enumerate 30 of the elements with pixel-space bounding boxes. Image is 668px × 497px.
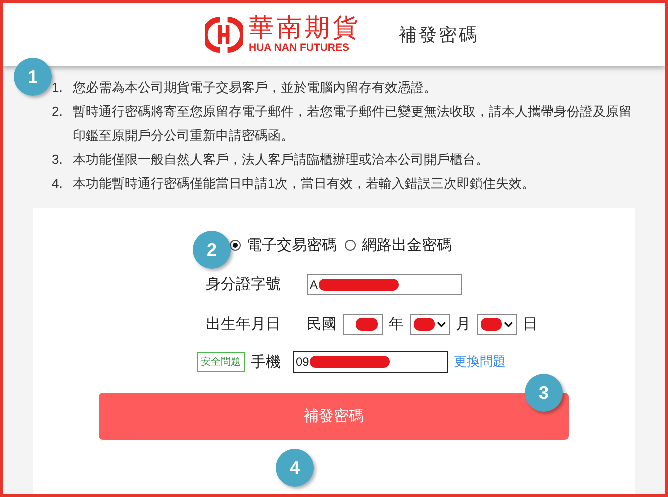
month-label: 月: [456, 315, 471, 334]
list-number: 1.: [52, 79, 64, 97]
logo-icon: [205, 16, 243, 54]
security-question-tag: 安全問題: [197, 352, 245, 372]
dropdown[interactable]: [477, 314, 517, 335]
note-text: 本功能暫時通行密碼僅能當日申請1次，當日有效，若輸入錯誤三次即鎖住失效。: [73, 175, 536, 193]
list-number: 2.: [52, 103, 64, 121]
logo-subtitle: HUA NAN FUTURES: [249, 42, 351, 55]
list-number: 4.: [52, 175, 64, 193]
note-text: 本功能僅限一般自然人客戶，法人客戶請臨櫃辦理或洽本公司開戶櫃台。: [73, 151, 489, 169]
day-label: 日: [523, 315, 538, 334]
password-type-radio[interactable]: 網路出金密碼: [345, 236, 452, 255]
year-label: 年: [389, 315, 404, 334]
phone-label: 手機: [251, 352, 281, 372]
page-title: 補發密碼: [399, 24, 479, 46]
phone-field[interactable]: 09: [293, 351, 448, 373]
list-number: 3.: [52, 151, 64, 169]
logo-name: 華南期貨: [249, 14, 361, 42]
birth-date-label: 出生年月日: [206, 315, 282, 334]
caret-icon: [436, 321, 446, 328]
id-label: 身分證字號: [206, 275, 282, 294]
era-label: 民國: [307, 315, 337, 334]
note-text: 暫時通行密碼將寄至您原留存電子郵件，若您電子郵件已變更無法收取，請本人攜帶身份證及原留印鑑至原開戶分公司重新申請密碼函。: [73, 103, 633, 145]
step-badge: 1: [14, 58, 52, 96]
radio-icon[interactable]: [345, 240, 356, 251]
dropdown[interactable]: [410, 314, 450, 335]
note-text: 您必需為本公司期貨電子交易客戶，並於電腦內留存有效憑證。: [73, 79, 437, 97]
year-field[interactable]: [343, 314, 383, 335]
id-number-field[interactable]: A: [307, 274, 462, 295]
caret-icon: [504, 321, 513, 328]
